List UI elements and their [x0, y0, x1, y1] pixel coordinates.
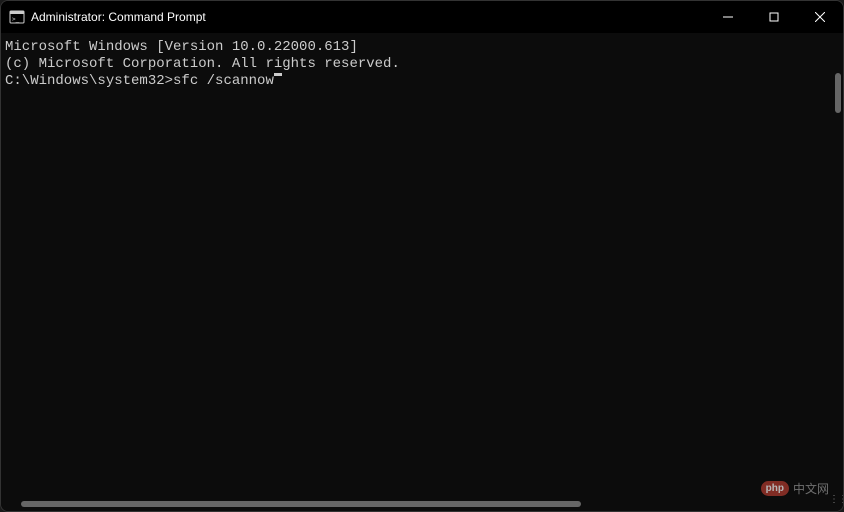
titlebar-left: >_ Administrator: Command Prompt [9, 9, 206, 25]
close-button[interactable] [797, 1, 843, 33]
svg-text:>_: >_ [12, 16, 20, 23]
watermark-text: 中文网 [793, 480, 829, 497]
window-controls [705, 1, 843, 33]
terminal-prompt: C:\Windows\system32> [5, 73, 173, 90]
scrollbar-horizontal-track[interactable] [5, 499, 827, 507]
titlebar[interactable]: >_ Administrator: Command Prompt [1, 1, 843, 33]
watermark-badge: php [761, 481, 789, 496]
terminal-output-line: (c) Microsoft Corporation. All rights re… [5, 56, 839, 73]
resize-grip-icon[interactable]: ⋮⋮ [829, 497, 841, 509]
maximize-button[interactable] [751, 1, 797, 33]
window-title: Administrator: Command Prompt [31, 10, 206, 24]
cmd-icon: >_ [9, 9, 25, 25]
command-prompt-window: >_ Administrator: Command Prompt Microso… [0, 0, 844, 512]
terminal-command: sfc /scannow [173, 73, 274, 90]
scrollbar-horizontal-thumb[interactable] [21, 501, 581, 507]
terminal-output-line: Microsoft Windows [Version 10.0.22000.61… [5, 39, 839, 56]
terminal-body[interactable]: Microsoft Windows [Version 10.0.22000.61… [1, 33, 843, 511]
scrollbar-vertical[interactable] [835, 73, 841, 113]
watermark: php 中文网 [761, 480, 829, 497]
terminal-prompt-line: C:\Windows\system32>sfc /scannow [5, 73, 839, 90]
minimize-button[interactable] [705, 1, 751, 33]
cursor-icon [274, 73, 282, 76]
